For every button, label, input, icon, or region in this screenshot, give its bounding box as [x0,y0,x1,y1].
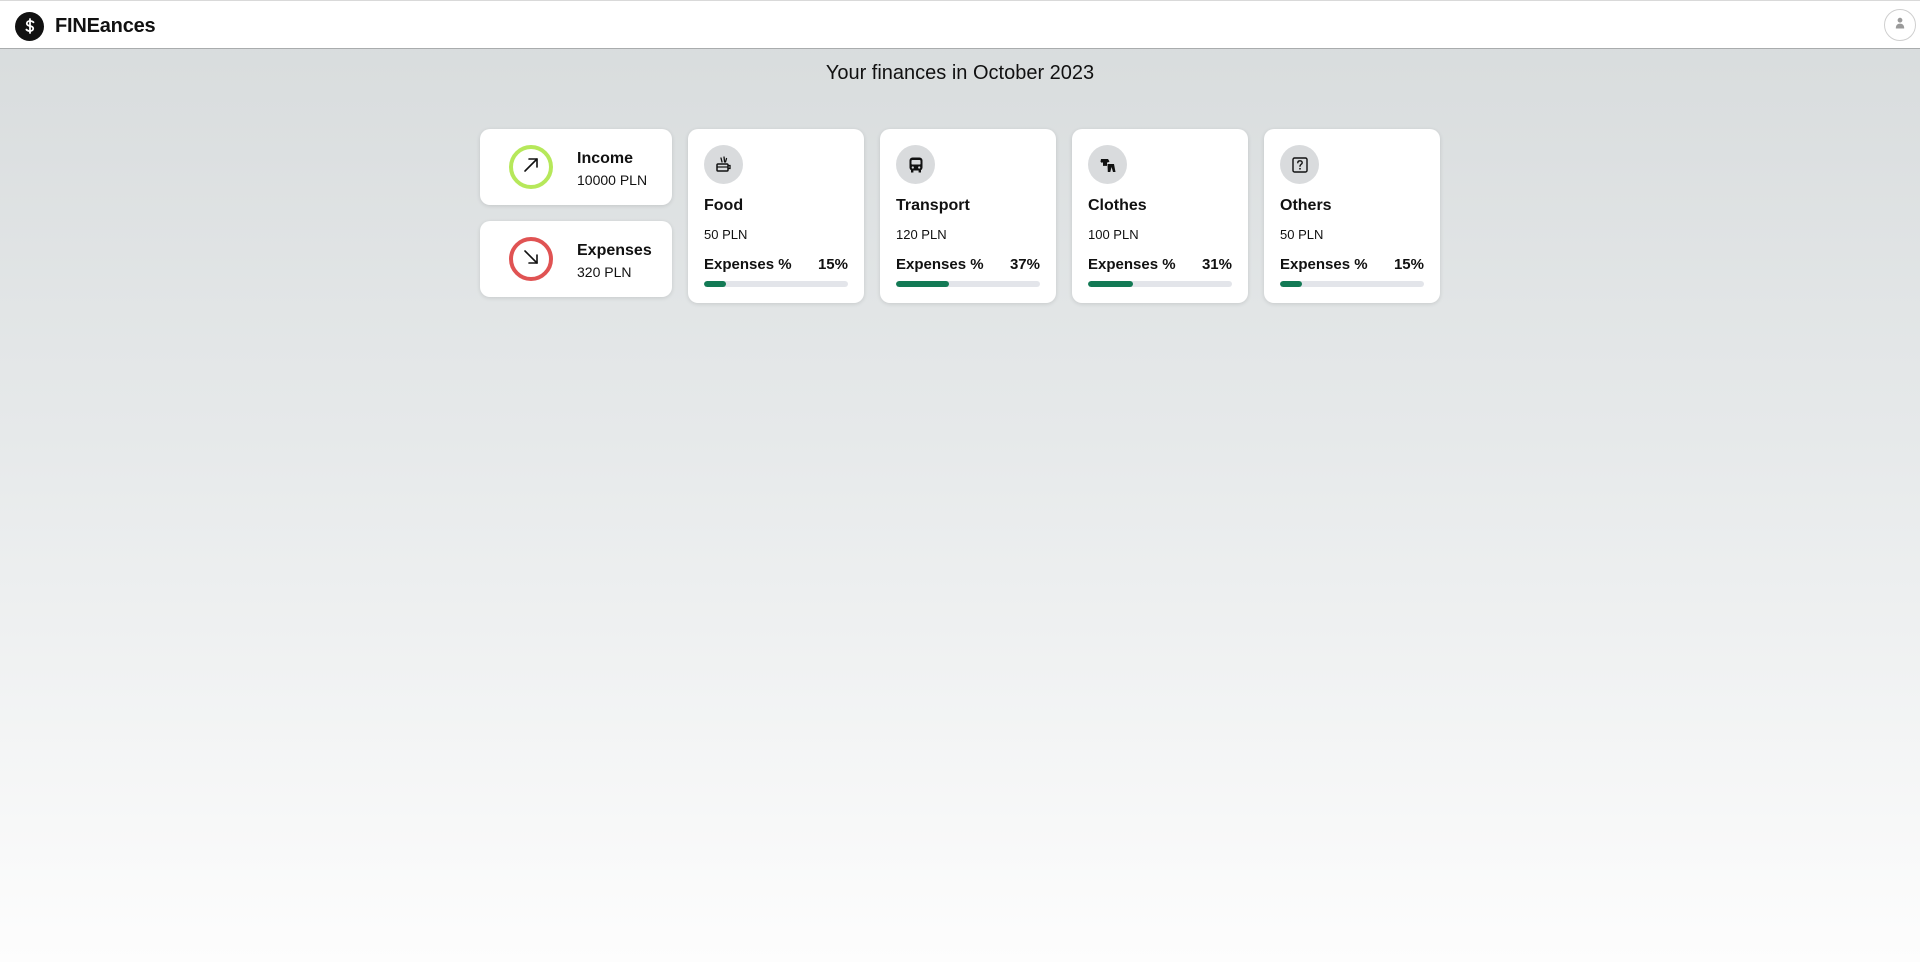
food-icon [704,145,743,184]
expenses-percent-label: Expenses % [896,256,984,273]
arrow-down-right-icon [522,248,540,271]
expenses-percent-value: 15% [1393,256,1424,273]
expenses-label: Expenses [577,242,652,259]
expenses-percent-value: 31% [1201,256,1232,273]
bus-icon [896,145,935,184]
top-navbar: FINEances [0,0,1920,49]
expenses-progress-track [1280,281,1424,287]
category-name: Clothes [1088,197,1147,214]
income-amount: 10000 PLN [577,172,648,188]
income-ring [509,145,553,189]
expenses-progress-fill [1088,281,1133,287]
page-title: Your finances in October 2023 [825,62,1095,84]
expenses-percent-value: 15% [817,256,848,273]
expenses-progress-fill [704,281,726,287]
expenses-progress-track [704,281,848,287]
income-label: Income [577,150,634,167]
category-amount: 120 PLN [896,227,947,242]
expenses-ring [509,237,553,281]
expenses-progress-fill [896,281,950,287]
expenses-card: Expenses 320 PLN [480,221,672,297]
category-card-others[interactable]: Others 50 PLN Expenses % 15% [1264,129,1440,303]
expenses-progress-fill [1280,281,1302,287]
category-amount: 50 PLN [704,227,748,242]
category-card-transport[interactable]: Transport 120 PLN Expenses % 37% [880,129,1056,303]
category-amount: 100 PLN [1088,227,1139,242]
expenses-percent-label: Expenses % [704,256,792,273]
category-card-food[interactable]: Food 50 PLN Expenses % 15% [688,129,864,303]
arrow-up-right-icon [522,156,540,179]
user-menu-button[interactable] [1884,9,1916,41]
question-icon [1280,145,1319,184]
expenses-percent-label: Expenses % [1088,256,1176,273]
expenses-progress-track [1088,281,1232,287]
expenses-amount: 320 PLN [577,264,632,280]
expenses-progress-track [896,281,1040,287]
category-amount: 50 PLN [1280,227,1324,242]
category-name: Others [1280,197,1332,214]
category-card-clothes[interactable]: Clothes 100 PLN Expenses % 31% [1072,129,1248,303]
user-icon [1895,16,1905,34]
expenses-percent-label: Expenses % [1280,256,1368,273]
clothes-icon [1088,145,1127,184]
category-name: Transport [896,197,970,214]
dollar-icon [15,11,44,41]
brand-link[interactable]: FINEances [15,11,156,41]
category-name: Food [704,197,744,214]
income-card: Income 10000 PLN [480,129,672,205]
expenses-percent-value: 37% [1009,256,1040,273]
brand-name: FINEances [55,14,156,37]
